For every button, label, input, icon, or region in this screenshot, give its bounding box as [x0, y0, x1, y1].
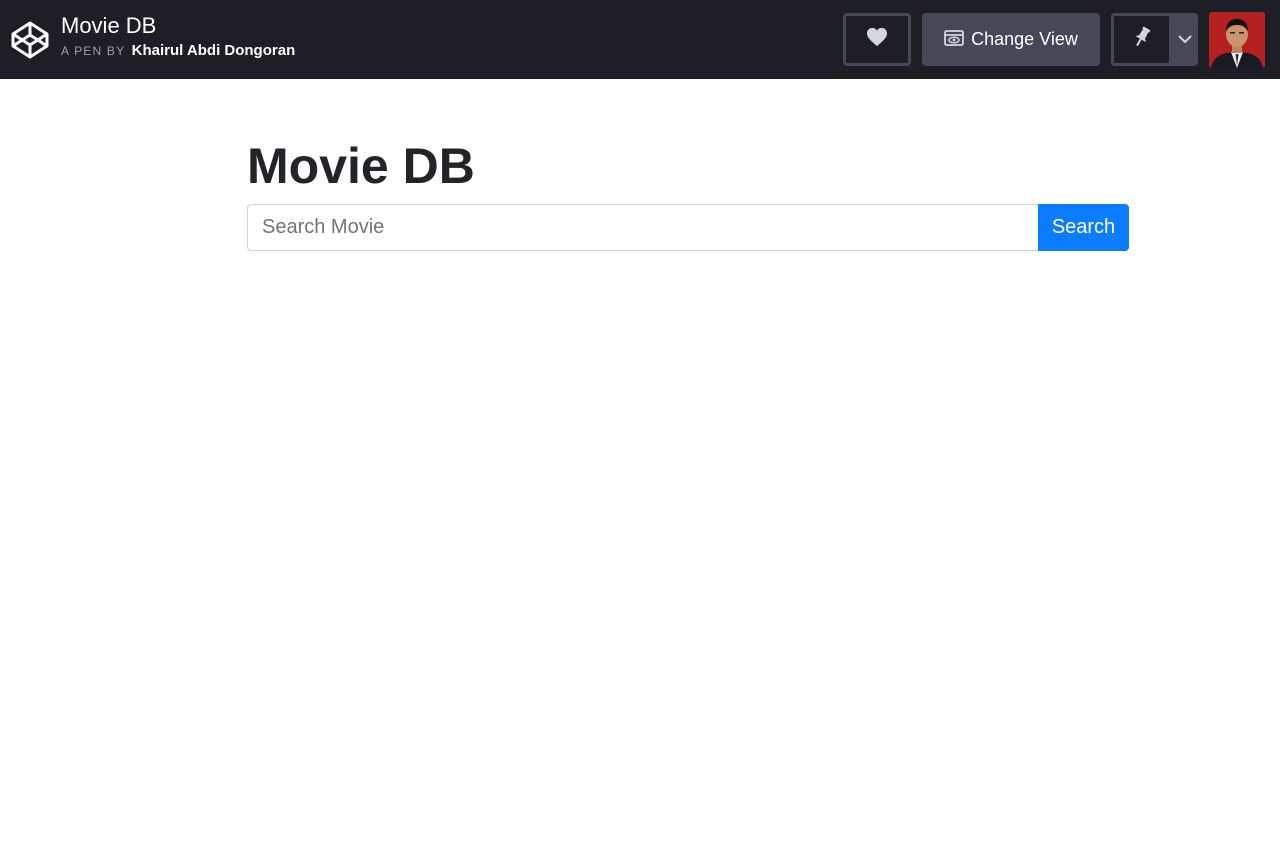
pen-byline: A PEN BY Khairul Abdi Dongoran: [61, 43, 295, 59]
heart-icon: [866, 27, 888, 52]
pin-icon: [1132, 26, 1152, 53]
change-view-button[interactable]: Change View: [922, 13, 1100, 66]
change-view-label: Change View: [971, 29, 1078, 49]
pen-by-label: A PEN BY: [61, 44, 126, 58]
search-button[interactable]: Search: [1038, 204, 1129, 251]
codepen-logo-icon[interactable]: [10, 20, 50, 60]
main-container: Movie DB Search: [247, 135, 1129, 251]
pin-dropdown-button[interactable]: [1172, 13, 1198, 66]
pen-author-link[interactable]: Khairul Abdi Dongoran: [132, 42, 296, 59]
codepen-header: Movie DB A PEN BY Khairul Abdi Dongoran …: [0, 0, 1280, 79]
search-input[interactable]: [247, 204, 1038, 251]
heart-button[interactable]: [843, 13, 911, 66]
chevron-down-icon: [1178, 31, 1192, 49]
pen-title: Movie DB: [61, 13, 157, 38]
search-form: Search: [247, 204, 1129, 251]
change-view-icon: [944, 28, 971, 51]
user-avatar[interactable]: [1209, 12, 1265, 68]
pin-button[interactable]: [1111, 13, 1172, 66]
pin-button-group: [1111, 13, 1198, 66]
page-title: Movie DB: [247, 138, 475, 194]
